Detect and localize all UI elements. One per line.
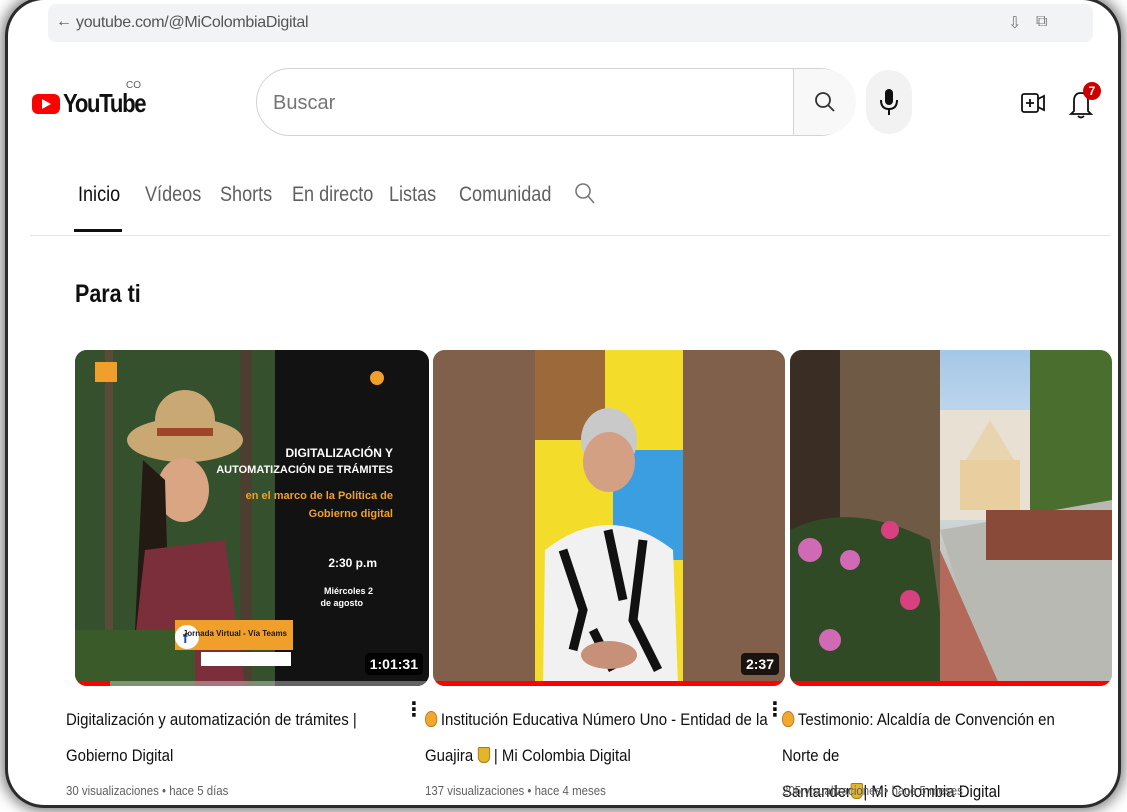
create-video-icon: [1021, 93, 1045, 113]
share-icon[interactable]: ⧉: [1036, 13, 1047, 31]
channel-search-icon[interactable]: [574, 182, 596, 206]
tab-comunidad[interactable]: Comunidad: [459, 183, 551, 207]
video-title-line-1: Testimonio: Alcaldía de Convención en No…: [782, 710, 1055, 765]
youtube-logo[interactable]: YouTube: [32, 88, 160, 119]
video-meta-3: 205 visualizaciones • hace 5 meses: [782, 783, 963, 798]
thumb-event: Jornada Virtual - Vía Teams: [182, 629, 287, 638]
watch-progress-bar: [75, 681, 111, 686]
microphone-icon: [880, 89, 898, 115]
thumb-heading-1: DIGITALIZACIÓN Y: [285, 446, 393, 460]
tab-shorts[interactable]: Shorts: [220, 183, 272, 207]
notification-badge: 7: [1083, 82, 1101, 100]
video-title-line-2a: Guajira: [425, 746, 474, 765]
tab-videos[interactable]: Vídeos: [145, 183, 201, 207]
search-icon: [815, 92, 835, 112]
country-code: CO: [126, 80, 141, 91]
clapping-hands-icon: [782, 711, 795, 727]
tab-inicio[interactable]: Inicio: [78, 183, 120, 207]
download-icon[interactable]: ⇩: [1008, 13, 1021, 33]
thumb-time: 2:30 p.m: [328, 556, 377, 570]
section-title: Para ti: [75, 280, 141, 308]
tab-listas[interactable]: Listas: [389, 183, 436, 207]
trophy-icon: [477, 747, 490, 763]
video-duration: 1:01:31: [364, 653, 423, 675]
video-thumbnail-2[interactable]: 2:37: [433, 350, 785, 686]
thumbnail-image: [790, 350, 1112, 686]
video-meta-2: 137 visualizaciones • hace 4 meses: [425, 783, 606, 798]
video-title-2[interactable]: Institución Educativa Número Uno - Entid…: [425, 702, 768, 774]
tab-en-directo[interactable]: En directo: [292, 183, 373, 207]
thumb-sub-2: Gobierno digital: [308, 508, 393, 520]
watch-progress-bar: [433, 681, 785, 686]
watch-progress-bar: [790, 681, 1112, 686]
video-title-1[interactable]: Digitalización y automatización de trámi…: [66, 702, 357, 774]
video-thumbnail-3[interactable]: [790, 350, 1112, 686]
address-bar[interactable]: ← youtube.com/@MiColombiaDigital ⇩ ⧉: [48, 4, 1093, 42]
video-duration: 2:37: [740, 653, 779, 675]
thumb-date-2: de agosto: [320, 598, 363, 608]
thumb-heading-2: AUTOMATIZACIÓN DE TRÁMITES: [216, 464, 393, 476]
active-tab-indicator: [74, 229, 122, 232]
search-box[interactable]: [256, 68, 856, 136]
progress-track: [75, 681, 429, 686]
search-button[interactable]: [793, 69, 856, 135]
more-options-icon[interactable]: ⋮: [404, 700, 424, 720]
browser-frame: ← youtube.com/@MiColombiaDigital ⇩ ⧉ You…: [8, 0, 1118, 805]
video-title-line-2b: | Mi Colombia Digital: [493, 746, 631, 765]
create-button[interactable]: [1020, 90, 1046, 116]
voice-search-button[interactable]: [866, 70, 912, 134]
video-meta-1: 30 visualizaciones • hace 5 días: [66, 783, 229, 798]
back-arrow-icon[interactable]: ←: [56, 13, 72, 31]
video-thumbnail-1[interactable]: f DIGITALIZACIÓN Y AUTOMATIZACIÓN DE TRÁ…: [75, 350, 429, 686]
search-input[interactable]: [271, 87, 775, 119]
thumbnail-image: [433, 350, 785, 686]
youtube-play-icon: [32, 93, 60, 114]
video-title-line-2: Gobierno Digital: [66, 746, 174, 765]
logo-text: YouTube: [63, 88, 147, 118]
tabs-divider: [30, 235, 1110, 236]
thumb-date-1: Miércoles 2: [323, 586, 373, 596]
clapping-hands-icon: [425, 711, 438, 727]
thumb-sub-1: en el marco de la Política de: [245, 490, 393, 502]
video-title-line-1: Institución Educativa Número Uno - Entid…: [440, 710, 768, 729]
video-title-line-1: Digitalización y automatización de trámi…: [66, 710, 357, 729]
url-text[interactable]: youtube.com/@MiColombiaDigital: [76, 14, 309, 32]
